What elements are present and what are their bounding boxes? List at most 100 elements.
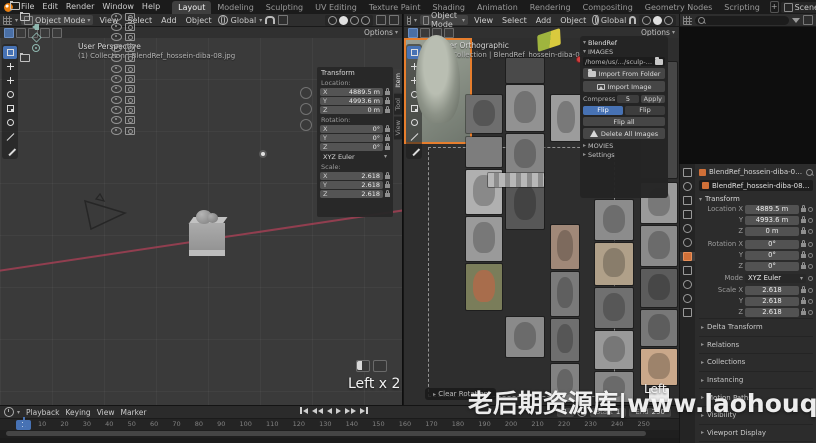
- orientation-label[interactable]: Global: [601, 16, 627, 25]
- disable-render-icon[interactable]: [125, 95, 135, 104]
- prev-keyframe-button[interactable]: [312, 407, 323, 414]
- lock-icon[interactable]: [385, 181, 390, 188]
- disable-render-icon[interactable]: [125, 33, 135, 42]
- disable-render-icon[interactable]: [125, 126, 135, 135]
- disable-render-icon[interactable]: [125, 12, 135, 21]
- section-relations[interactable]: ▸ Relations: [699, 335, 813, 354]
- animate-dot-icon[interactable]: [808, 263, 813, 269]
- compress-value-field[interactable]: 5: [617, 95, 639, 103]
- menu-add[interactable]: Add: [158, 16, 180, 25]
- tool-select-box[interactable]: [3, 46, 17, 59]
- reference-thumbnail[interactable]: [551, 319, 579, 361]
- reference-thumbnail[interactable]: [466, 95, 502, 133]
- animate-dot-icon[interactable]: [808, 241, 813, 247]
- mode-selector[interactable]: Object Mode ▾: [419, 11, 469, 29]
- timeline-scrollbar[interactable]: [0, 430, 679, 438]
- rotation-mode-select[interactable]: XYZ Euler ▾: [745, 273, 806, 283]
- workspace-tab[interactable]: Animation: [471, 1, 524, 14]
- topbar-menu[interactable]: Help: [138, 0, 164, 14]
- camera-view-gizmo-icon[interactable]: [300, 119, 312, 131]
- light-object[interactable]: [261, 152, 265, 156]
- object-name-field[interactable]: BlendRef_hossein-diba-08.jpg: [699, 180, 813, 191]
- properties-tab-view-layer[interactable]: [680, 210, 695, 219]
- workspace-tab[interactable]: UV Editing: [309, 1, 363, 14]
- add-workspace-button[interactable]: +: [769, 1, 779, 13]
- options-menu[interactable]: Options ▾: [364, 28, 398, 37]
- reference-board-viewport[interactable]: Options ▾ User Orthographic (1) Collectio…: [403, 27, 679, 405]
- snap-magnet-icon[interactable]: [629, 16, 636, 24]
- rotation-x-field[interactable]: 0°: [745, 239, 799, 249]
- location-x-field[interactable]: X 4889.5 m: [320, 88, 383, 96]
- hide-eye-icon[interactable]: [111, 43, 122, 52]
- flip-x-button[interactable]: Flip: [583, 105, 623, 115]
- play-button[interactable]: [336, 407, 341, 414]
- select-mode-set-icon[interactable]: [4, 27, 14, 38]
- disable-render-icon[interactable]: [125, 43, 135, 52]
- reference-thumbnail[interactable]: [595, 243, 633, 285]
- lock-icon[interactable]: [801, 308, 806, 315]
- flip-all-button[interactable]: Flip all: [583, 117, 665, 126]
- reference-thumbnail[interactable]: [641, 226, 677, 266]
- timeline-menu[interactable]: Playback: [23, 408, 62, 417]
- lock-icon[interactable]: [385, 134, 390, 141]
- editor-type-icon[interactable]: [407, 15, 411, 25]
- location-z-field[interactable]: Z0 m: [320, 106, 383, 114]
- lock-icon[interactable]: [385, 125, 390, 132]
- lock-icon[interactable]: [801, 227, 806, 234]
- animate-dot-icon[interactable]: [808, 206, 813, 212]
- animate-dot-icon[interactable]: [808, 252, 813, 258]
- shading-mode-switch[interactable]: [325, 14, 373, 26]
- next-keyframe-button[interactable]: [345, 407, 356, 414]
- workspace-tab[interactable]: Texture Paint: [363, 1, 427, 14]
- workspace-tab[interactable]: Layout: [172, 0, 212, 14]
- delete-all-images-button[interactable]: Delete All Images: [583, 128, 665, 139]
- filter-funnel-icon[interactable]: [792, 17, 800, 23]
- images-section-header[interactable]: IMAGES: [588, 48, 613, 56]
- sphere-object[interactable]: [207, 213, 218, 223]
- properties-tab-modifiers[interactable]: [680, 266, 695, 275]
- tool-transform[interactable]: [407, 116, 421, 129]
- properties-tab-scene[interactable]: [680, 224, 695, 233]
- animate-dot-icon[interactable]: [808, 217, 813, 223]
- hide-eye-icon[interactable]: [111, 126, 122, 135]
- scrollbar-thumb[interactable]: [6, 431, 646, 436]
- scale-x-field[interactable]: X 2.618: [320, 172, 383, 180]
- folder-path-field[interactable]: /home/us/…/sculp-refs/: [583, 57, 665, 66]
- disable-render-icon[interactable]: [125, 116, 135, 125]
- rotation-x-field[interactable]: X 0°: [320, 125, 383, 133]
- lock-icon[interactable]: [385, 172, 390, 179]
- properties-tab-render[interactable]: [680, 182, 695, 191]
- rotation-z-field[interactable]: 0°: [745, 261, 799, 271]
- select-mode-extend-icon[interactable]: [420, 27, 430, 38]
- reference-thumbnail[interactable]: [466, 217, 502, 261]
- tool-rotate[interactable]: [3, 88, 17, 101]
- lock-icon[interactable]: [385, 190, 390, 197]
- cube-object[interactable]: [189, 223, 225, 256]
- wireframe-shading-icon[interactable]: [642, 15, 651, 25]
- camera-object[interactable]: [82, 192, 130, 234]
- topbar-menu[interactable]: Render: [62, 0, 98, 14]
- properties-tab-object[interactable]: [680, 252, 695, 261]
- timeline-menu[interactable]: Keying: [62, 408, 93, 417]
- reference-thumbnail[interactable]: [506, 85, 544, 131]
- play-reverse-button[interactable]: [327, 407, 332, 414]
- menu-view[interactable]: View: [471, 16, 496, 25]
- editor-type-icon[interactable]: [3, 15, 12, 25]
- lock-icon[interactable]: [801, 262, 806, 269]
- reference-thumbnail[interactable]: [551, 272, 579, 316]
- jump-to-end-button[interactable]: [360, 407, 368, 414]
- search-icon[interactable]: [806, 168, 813, 176]
- overlays-icon[interactable]: [376, 15, 386, 25]
- reference-thumbnail[interactable]: [551, 225, 579, 269]
- properties-tab-object-data[interactable]: [680, 308, 695, 317]
- tool-annotate[interactable]: [3, 130, 17, 143]
- timeline-editor-icon[interactable]: [4, 407, 14, 417]
- viewport-3d[interactable]: Options ▾ User Perspective (1) Collection…: [0, 27, 402, 405]
- hide-eye-icon[interactable]: [111, 74, 122, 83]
- npanel-title[interactable]: Transform: [321, 69, 390, 77]
- hide-eye-icon[interactable]: [111, 22, 122, 31]
- location-y-field[interactable]: Y 4993.6 m: [320, 97, 383, 105]
- reference-thumbnail[interactable]: [506, 58, 544, 83]
- shading-mode-switch[interactable]: [639, 14, 676, 26]
- timeline-menu[interactable]: View: [94, 408, 118, 417]
